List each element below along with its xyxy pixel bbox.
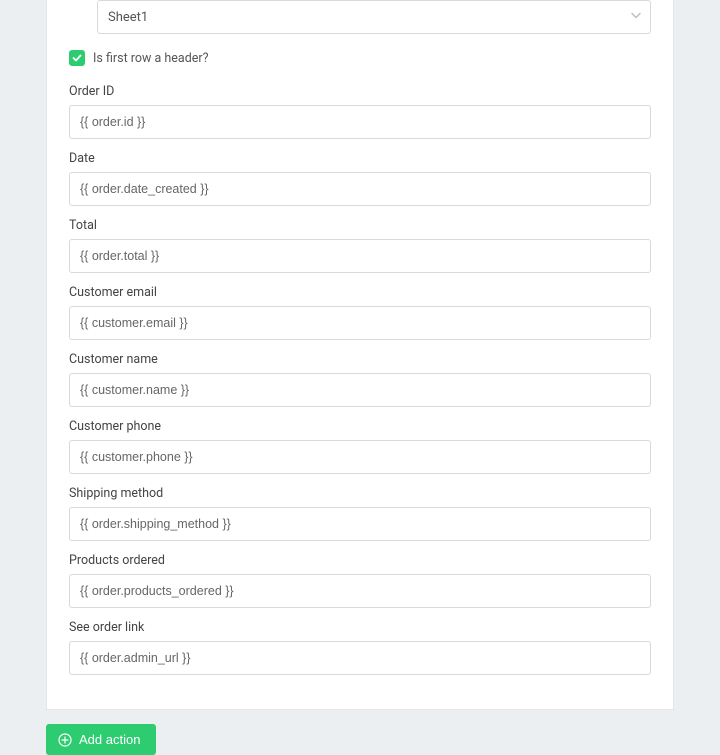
sheet-select-value: Sheet1: [108, 10, 148, 25]
field-label-total: Total: [69, 218, 651, 233]
customer-email-input[interactable]: [69, 306, 651, 340]
see-order-link-input[interactable]: [69, 641, 651, 675]
sheet-select[interactable]: Sheet1: [97, 0, 651, 34]
field-group-customer-name: Customer name: [69, 352, 651, 407]
field-group-total: Total: [69, 218, 651, 273]
field-label-see-order-link: See order link: [69, 620, 651, 635]
customer-phone-input[interactable]: [69, 440, 651, 474]
add-action-button[interactable]: Add action: [46, 724, 156, 755]
field-label-shipping-method: Shipping method: [69, 486, 651, 501]
check-icon: [72, 53, 82, 63]
field-group-see-order-link: See order link: [69, 620, 651, 675]
header-row-checkbox-row: Is first row a header?: [69, 50, 651, 66]
shipping-method-input[interactable]: [69, 507, 651, 541]
field-group-customer-phone: Customer phone: [69, 419, 651, 474]
field-label-customer-email: Customer email: [69, 285, 651, 300]
form-card: Sheet1 Is first row a header? Order ID Da…: [46, 0, 674, 710]
field-group-date: Date: [69, 151, 651, 206]
total-input[interactable]: [69, 239, 651, 273]
add-action-row: Add action: [46, 724, 674, 755]
field-group-order-id: Order ID: [69, 84, 651, 139]
header-row-checkbox[interactable]: [69, 50, 85, 66]
field-label-order-id: Order ID: [69, 84, 651, 99]
order-id-input[interactable]: [69, 105, 651, 139]
date-input[interactable]: [69, 172, 651, 206]
field-label-date: Date: [69, 151, 651, 166]
add-action-label: Add action: [79, 732, 140, 747]
customer-name-input[interactable]: [69, 373, 651, 407]
field-group-products-ordered: Products ordered: [69, 553, 651, 608]
products-ordered-input[interactable]: [69, 574, 651, 608]
plus-circle-icon: [58, 733, 72, 747]
field-group-customer-email: Customer email: [69, 285, 651, 340]
header-row-checkbox-label: Is first row a header?: [93, 51, 209, 66]
sheet-select-wrap: Sheet1: [97, 0, 651, 34]
field-label-customer-phone: Customer phone: [69, 419, 651, 434]
field-label-products-ordered: Products ordered: [69, 553, 651, 568]
field-group-shipping-method: Shipping method: [69, 486, 651, 541]
field-label-customer-name: Customer name: [69, 352, 651, 367]
